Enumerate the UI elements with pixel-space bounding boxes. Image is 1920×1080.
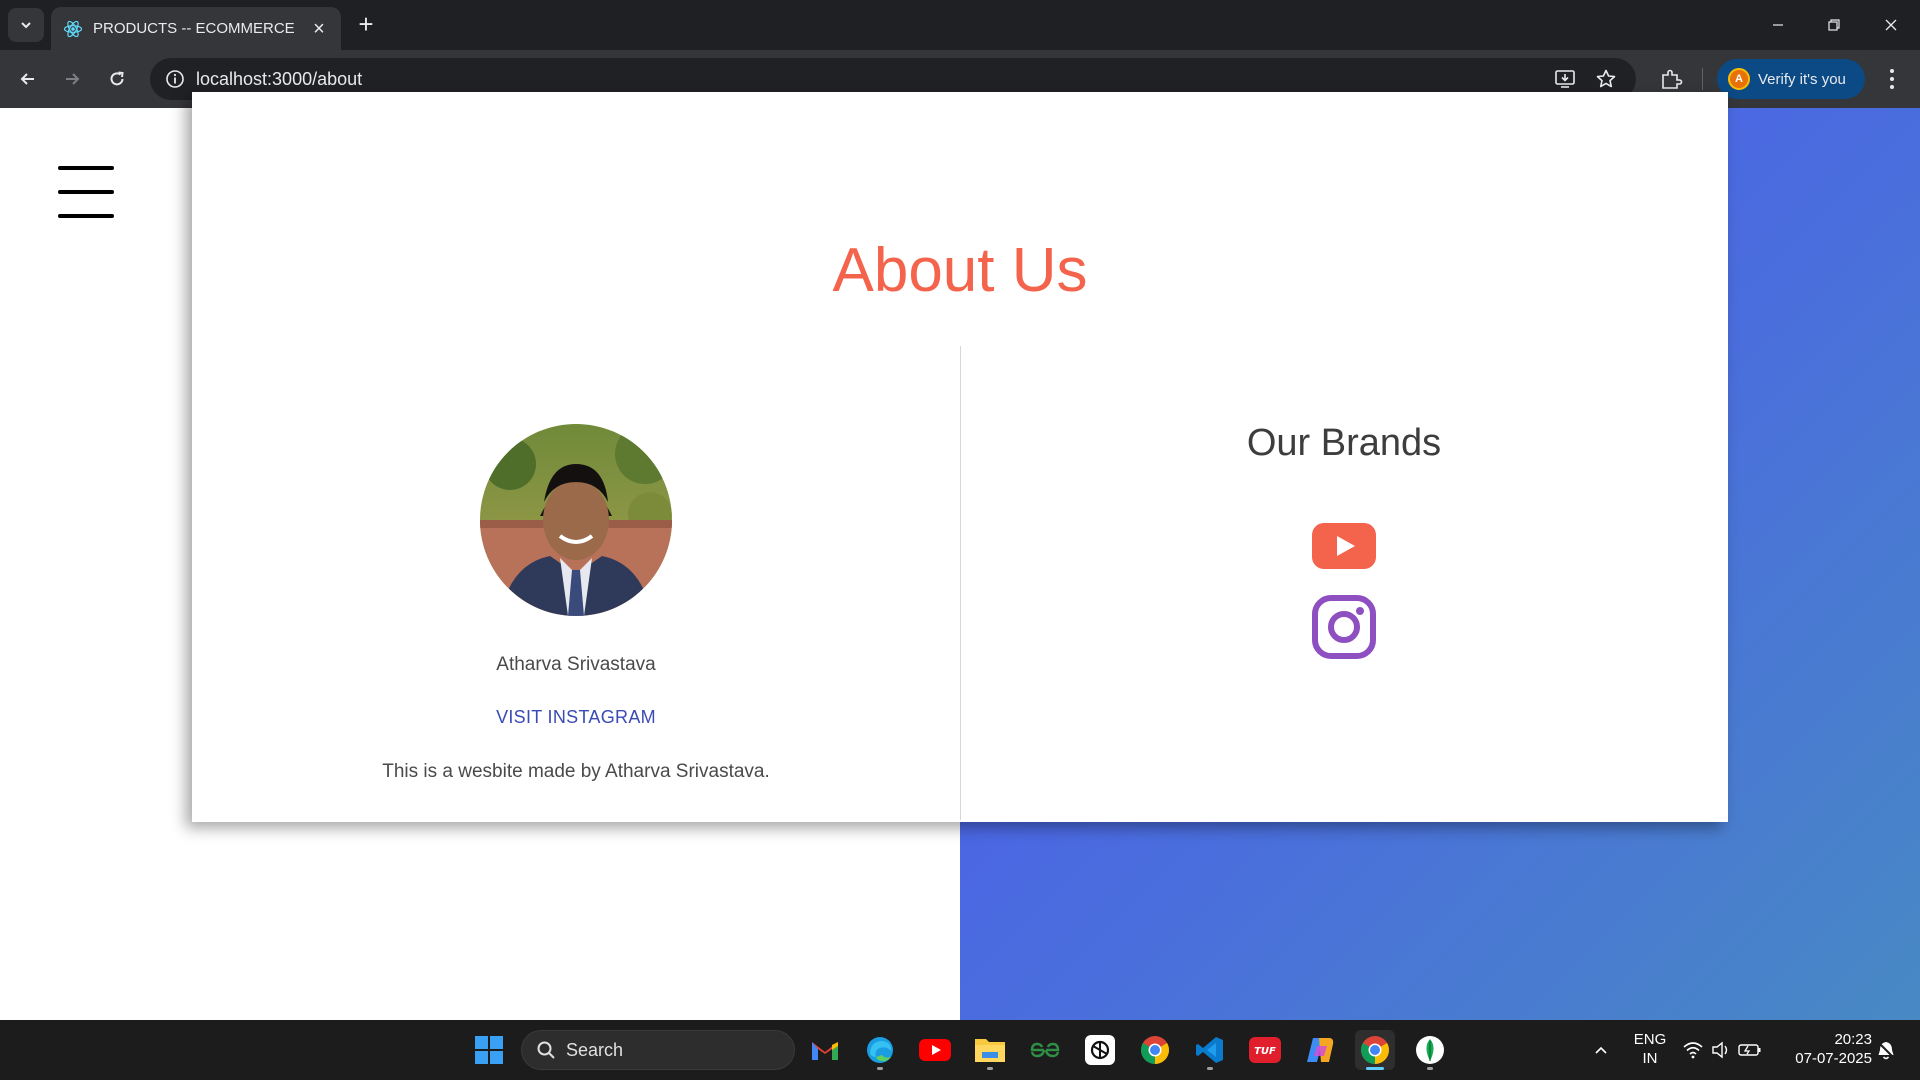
instagram-icon[interactable]	[1311, 594, 1377, 660]
react-icon	[63, 19, 83, 39]
edge-icon[interactable]	[860, 1030, 900, 1070]
chrome-icon[interactable]	[1135, 1030, 1175, 1070]
bookmark-star-icon[interactable]	[1593, 66, 1619, 92]
wifi-icon	[1683, 1042, 1703, 1059]
tab-close-icon[interactable]: ×	[309, 19, 329, 39]
chatgpt-icon[interactable]	[1080, 1030, 1120, 1070]
volume-icon	[1712, 1041, 1728, 1059]
language-indicator[interactable]: ENG IN	[1628, 1030, 1672, 1068]
tab-title: PRODUCTS -- ECOMMERCE	[93, 20, 295, 37]
region-code: IN	[1642, 1050, 1658, 1067]
clock-date: 07-07-2025	[1795, 1050, 1872, 1067]
browser-tab-bar: PRODUCTS -- ECOMMERCE × +	[0, 0, 1920, 50]
clock[interactable]: 20:23 07-07-2025	[1780, 1030, 1872, 1068]
reload-button[interactable]	[101, 63, 133, 95]
battery-icon	[1738, 1044, 1761, 1056]
verify-label: Verify it's you	[1758, 70, 1846, 88]
close-icon	[1885, 19, 1897, 31]
mongodb-compass-icon[interactable]	[1410, 1030, 1450, 1070]
visit-instagram-link[interactable]: VISIT INSTAGRAM	[192, 707, 960, 728]
forward-button[interactable]	[56, 63, 88, 95]
hamburger-menu-icon[interactable]	[58, 166, 114, 218]
tuf-icon[interactable]: TUF	[1245, 1030, 1285, 1070]
chevron-up-icon[interactable]	[1589, 1038, 1613, 1062]
toolbar-separator	[1702, 68, 1703, 90]
install-app-icon[interactable]	[1552, 66, 1578, 92]
url-text: localhost:3000/about	[196, 68, 363, 89]
back-button[interactable]	[12, 63, 44, 95]
youtube-icon[interactable]	[1312, 523, 1376, 569]
profile-photo	[480, 424, 672, 616]
reload-icon	[110, 71, 124, 86]
clock-time: 20:23	[1834, 1031, 1872, 1048]
minimize-button[interactable]	[1755, 8, 1801, 42]
chrome-active-icon[interactable]	[1355, 1030, 1395, 1070]
svg-text:TUF: TUF	[1254, 1046, 1276, 1057]
running-indicator	[1207, 1067, 1213, 1070]
active-indicator	[1366, 1067, 1384, 1070]
arrow-left-icon	[20, 73, 34, 85]
browser-tab[interactable]: PRODUCTS -- ECOMMERCE ×	[51, 7, 341, 50]
page-title: About Us	[832, 236, 1088, 305]
windows-start-icon[interactable]	[469, 1030, 509, 1070]
chevron-down-icon	[21, 22, 31, 29]
file-explorer-icon[interactable]	[970, 1030, 1010, 1070]
search-label: Search	[566, 1039, 624, 1060]
youtube-app-icon[interactable]	[915, 1030, 955, 1070]
copilot-icon[interactable]	[1300, 1030, 1340, 1070]
notification-bell-icon[interactable]	[1874, 1038, 1898, 1062]
brands-heading: Our Brands	[1246, 422, 1442, 464]
restore-icon	[1828, 19, 1840, 31]
gmail-icon[interactable]	[805, 1030, 845, 1070]
extensions-icon[interactable]	[1656, 62, 1686, 96]
search-icon	[537, 1041, 555, 1059]
arrow-right-icon	[66, 73, 80, 85]
running-indicator	[877, 1067, 883, 1070]
site-info-icon[interactable]	[154, 69, 196, 89]
running-indicator	[1427, 1067, 1433, 1070]
geeksforgeeks-icon[interactable]	[1025, 1030, 1065, 1070]
about-description: This is a wesbite made by Atharva Srivas…	[382, 761, 770, 782]
profile-avatar: A	[1728, 68, 1750, 90]
running-indicator	[987, 1067, 993, 1070]
new-tab-button[interactable]: +	[352, 10, 380, 40]
verify-profile-button[interactable]: A Verify it's you	[1717, 59, 1865, 99]
tab-search-button[interactable]	[8, 8, 44, 42]
windows-taskbar: Search TUF ENG IN 20:23 07-07-2025	[0, 1020, 1920, 1080]
close-window-button[interactable]	[1868, 8, 1914, 42]
column-divider	[960, 346, 961, 820]
restore-button[interactable]	[1811, 8, 1857, 42]
language-code: ENG	[1633, 1031, 1667, 1048]
system-tray[interactable]	[1682, 1038, 1762, 1062]
minimize-icon	[1773, 24, 1783, 26]
vscode-icon[interactable]	[1190, 1030, 1230, 1070]
taskbar-search-box[interactable]: Search	[521, 1030, 795, 1070]
browser-menu-icon[interactable]	[1880, 64, 1904, 94]
person-name: Atharva Srivastava	[496, 654, 656, 675]
